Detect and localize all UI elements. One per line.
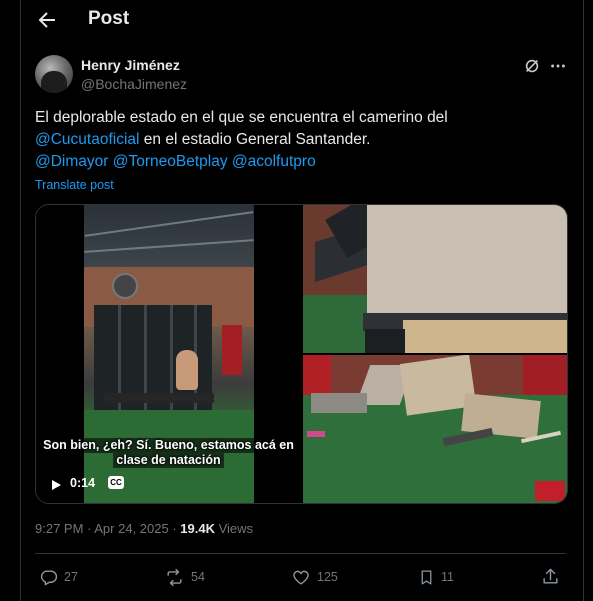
top-bar: Post (21, 0, 583, 40)
back-arrow-icon[interactable] (35, 8, 59, 32)
reply-count: 27 (64, 570, 78, 584)
post-meta: 9:27 PM · Apr 24, 2025 · 19.4K Views (35, 521, 253, 536)
video-bench (104, 393, 214, 403)
meta-separator: · (168, 521, 181, 536)
heart-icon (293, 570, 309, 585)
tweet-line-1: El deplorable estado en el que se encuen… (35, 109, 448, 126)
video-caption: Son bien, ¿eh? Sí. Bueno, estamos acá en… (36, 438, 301, 468)
repost-button[interactable]: 54 (164, 567, 205, 587)
repost-count: 54 (191, 570, 205, 584)
mention-torneobetplay[interactable]: @TorneoBetplay (113, 153, 228, 170)
tweet-line-3: @Dimayor @TorneoBetplay @acolfutpro (35, 151, 565, 173)
mention-dimayor[interactable]: @Dimayor (35, 153, 108, 170)
photo-red-item (535, 481, 565, 501)
more-options-icon[interactable] (549, 57, 567, 75)
photo-bottom[interactable] (303, 355, 567, 503)
translate-post-link[interactable]: Translate post (35, 178, 114, 192)
bookmark-count: 11 (441, 570, 454, 584)
views-count: 19.4K (180, 521, 215, 536)
play-icon[interactable] (50, 479, 62, 491)
post-column: Post Henry Jiménez @BochaJimenez El depl… (20, 0, 584, 601)
reply-button[interactable]: 27 (39, 567, 78, 587)
repost-icon (167, 568, 182, 586)
video-player[interactable]: Son bien, ¿eh? Sí. Bueno, estamos acá en… (36, 205, 301, 503)
closed-captions-icon[interactable]: CC (108, 476, 124, 489)
grok-icon[interactable] (523, 57, 541, 75)
media-grid: Son bien, ¿eh? Sí. Bueno, estamos acá en… (35, 204, 568, 504)
like-button[interactable]: 125 (291, 567, 338, 587)
video-person (176, 350, 198, 390)
video-caption-line-1: Son bien, ¿eh? Sí. Bueno, estamos acá en (40, 438, 297, 453)
share-icon[interactable] (541, 567, 560, 586)
post-date[interactable]: Apr 24, 2025 (94, 521, 168, 536)
tweet-line-2-text: en el estadio General Santander. (139, 131, 371, 148)
page-title: Post (88, 8, 130, 29)
mention-acolfutpro[interactable]: @acolfutpro (232, 153, 316, 170)
reply-icon (40, 569, 58, 585)
meta-separator: · (83, 521, 95, 536)
video-fan (112, 273, 138, 299)
author-name[interactable]: Henry Jiménez (81, 57, 180, 73)
tweet-line-2: @Cucutaoficial en el estadio General San… (35, 129, 565, 151)
video-red-wall (222, 325, 242, 375)
video-caption-line-2: clase de natación (113, 453, 224, 468)
photo-top[interactable] (303, 205, 567, 353)
divider (35, 553, 566, 554)
photo-debris (311, 393, 367, 413)
author-handle[interactable]: @BochaJimenez (81, 76, 187, 92)
post-time[interactable]: 9:27 PM (35, 521, 83, 536)
bookmark-icon (421, 569, 432, 585)
views-label: Views (214, 521, 254, 536)
bookmark-button[interactable]: 11 (418, 567, 454, 587)
like-count: 125 (317, 570, 338, 584)
photo-debris (403, 320, 567, 353)
tweet-text: El deplorable estado en el que se encuen… (35, 107, 565, 173)
photo-shadow (365, 329, 405, 353)
mention-cucutaoficial[interactable]: @Cucutaoficial (35, 131, 139, 148)
video-timestamp: 0:14 (70, 476, 96, 490)
avatar[interactable] (35, 55, 73, 93)
photo-item (307, 431, 325, 437)
photo-cardboard (367, 205, 567, 315)
